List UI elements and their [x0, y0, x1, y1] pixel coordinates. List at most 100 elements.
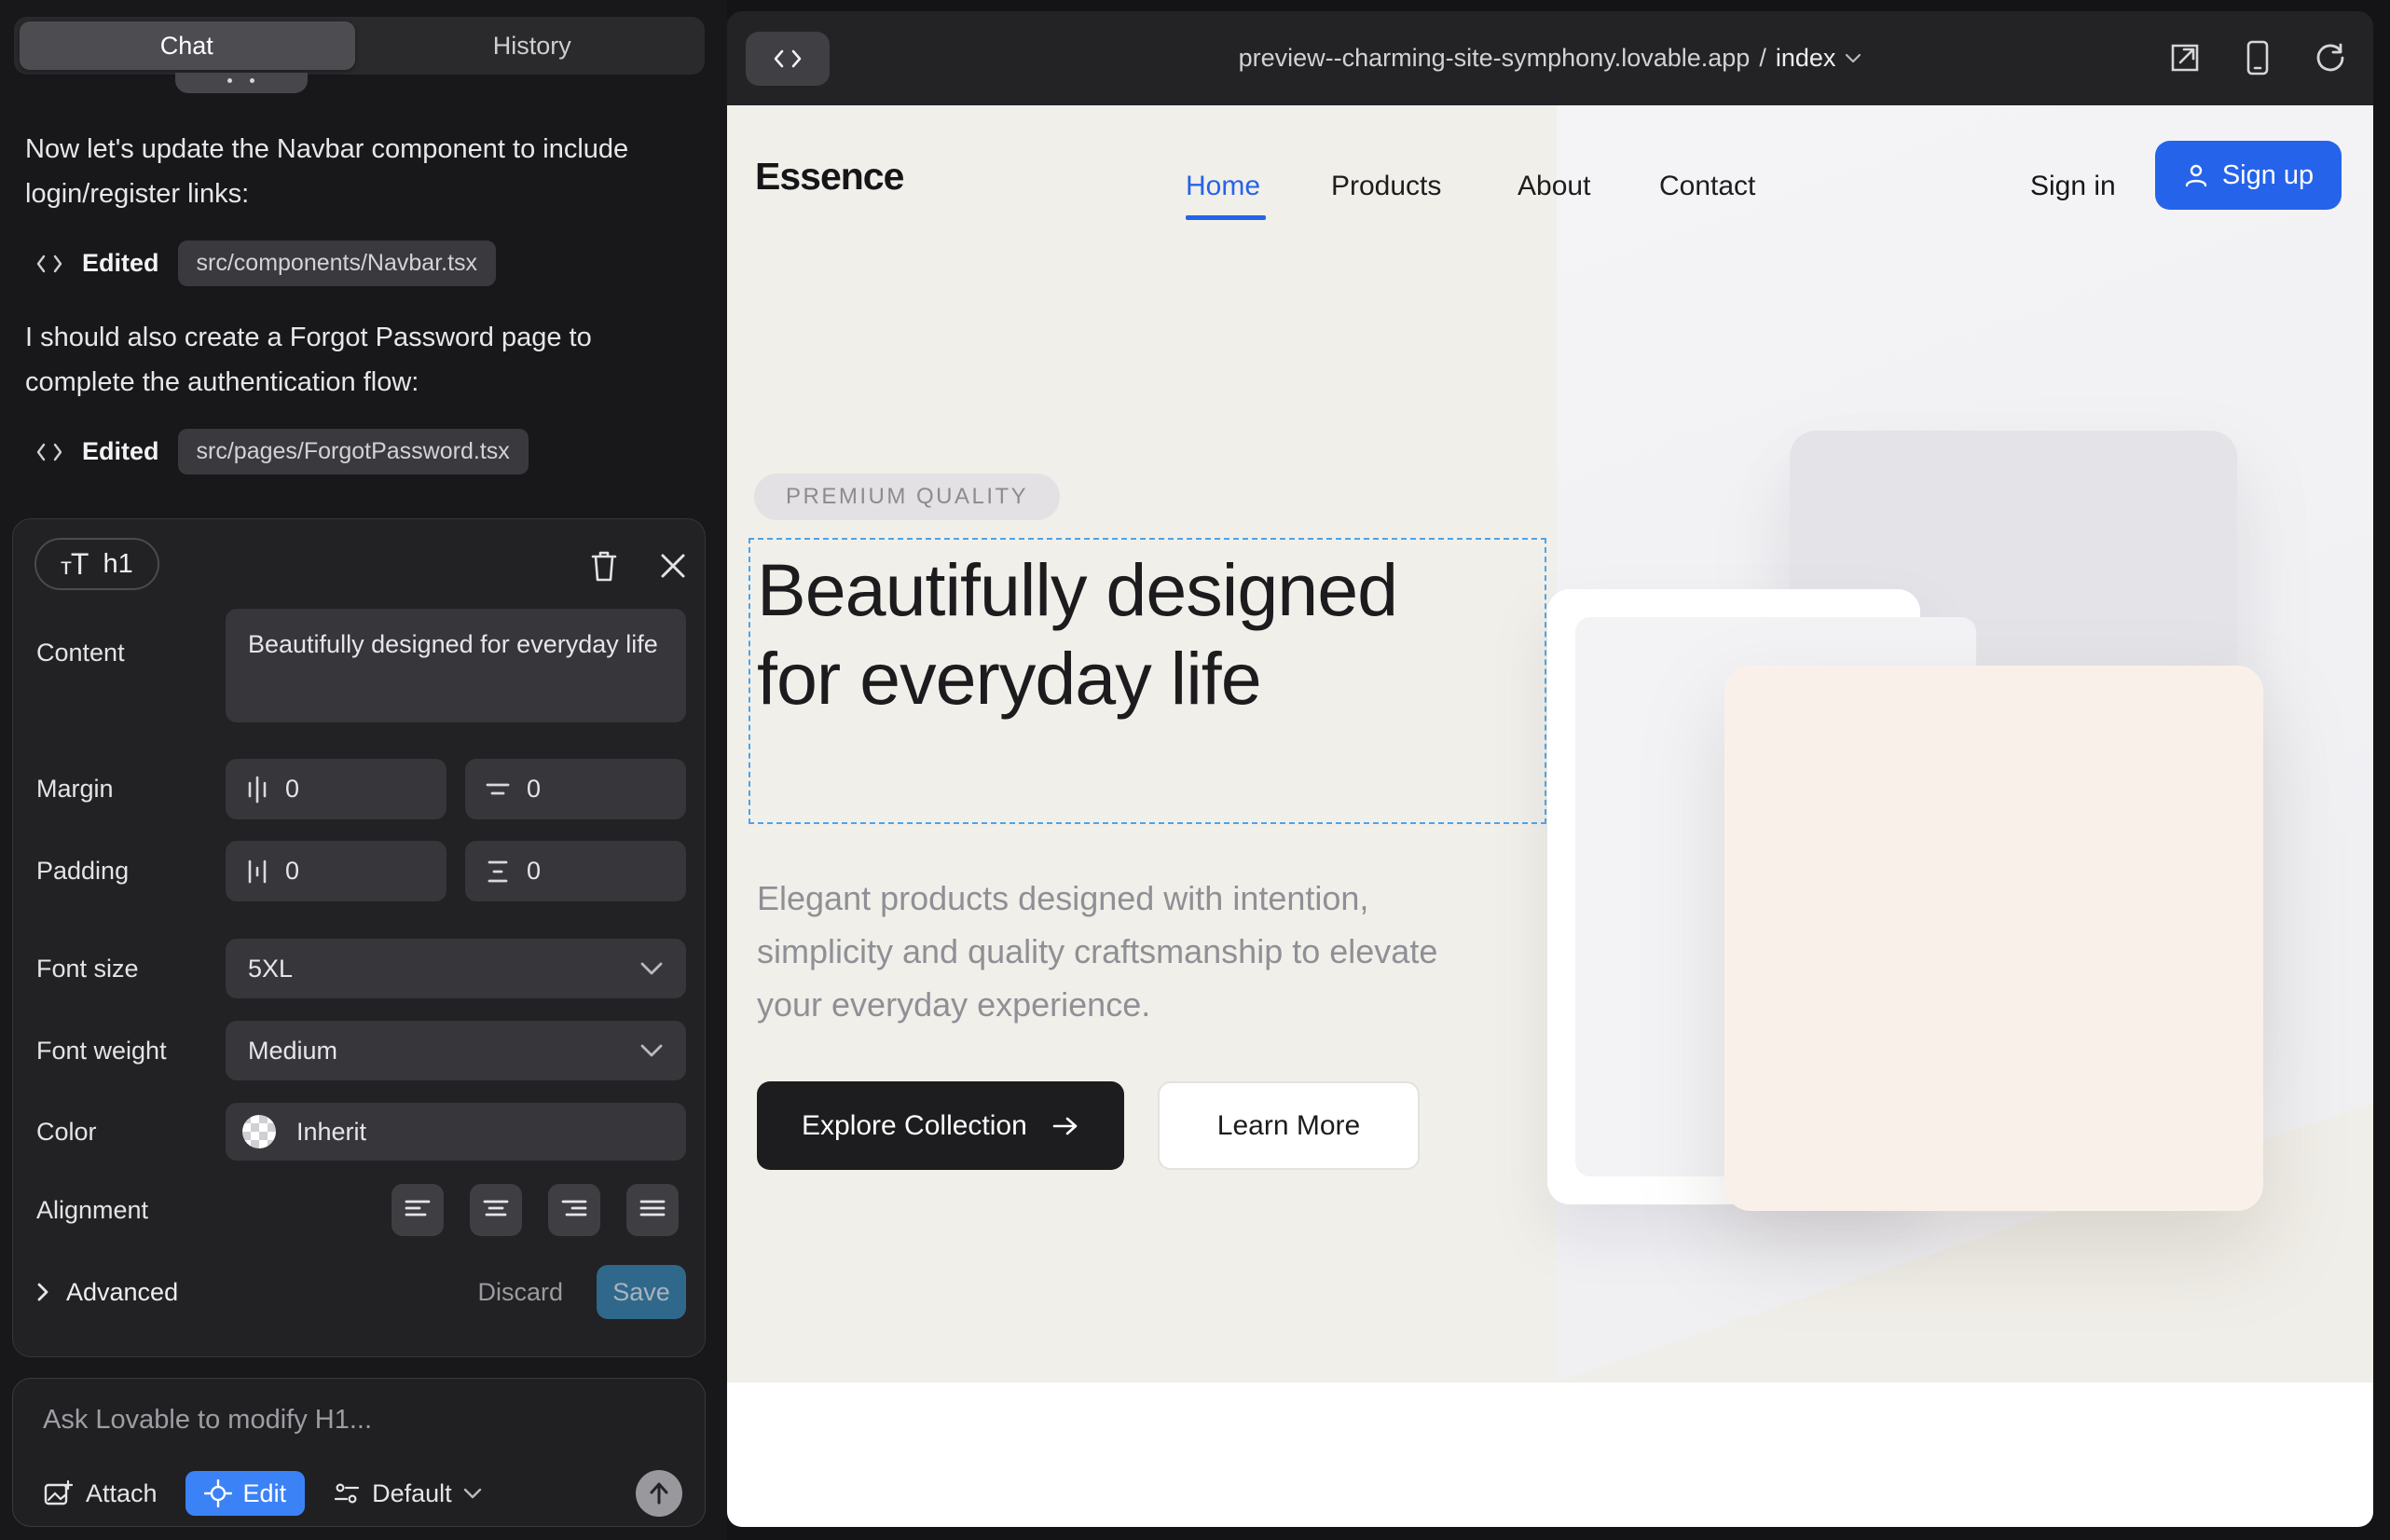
color-select[interactable]: Inherit [226, 1103, 686, 1161]
url-host: preview--charming-site-symphony.lovable.… [1239, 44, 1751, 73]
padding-label: Padding [36, 857, 226, 886]
attach-label: Attach [86, 1479, 158, 1508]
delete-element-button[interactable] [584, 545, 625, 586]
font-size-label: Font size [36, 955, 226, 983]
align-left-icon [404, 1199, 432, 1221]
padding-y-input[interactable] [527, 857, 639, 886]
file-path-pill[interactable]: src/components/Navbar.tsx [178, 241, 497, 286]
padding-x-input[interactable] [285, 857, 397, 886]
premium-badge: PREMIUM QUALITY [754, 474, 1060, 520]
user-icon [2183, 162, 2209, 188]
content-label: Content [36, 609, 226, 722]
nav-link-home[interactable]: Home [1186, 171, 1260, 202]
site-logo[interactable]: Essence [755, 155, 903, 199]
margin-horizontal-icon [244, 776, 270, 804]
send-button[interactable] [636, 1470, 682, 1517]
save-button[interactable]: Save [597, 1265, 686, 1319]
padding-y-field [465, 841, 686, 901]
color-value: Inherit [296, 1118, 366, 1147]
mobile-icon [2246, 40, 2270, 76]
assistant-message: Now let's update the Navbar component to… [25, 127, 687, 216]
refresh-icon [2314, 42, 2346, 74]
arrow-up-icon [648, 1481, 670, 1506]
tab-chat[interactable]: Chat [14, 32, 360, 61]
browser-chrome: preview--charming-site-symphony.lovable.… [727, 11, 2373, 105]
model-mode-select[interactable]: Default [333, 1479, 482, 1508]
margin-y-input[interactable] [527, 775, 639, 804]
typography-icon: тT [61, 547, 88, 582]
element-tag-chip[interactable]: тT h1 [34, 538, 159, 590]
prompt-input[interactable] [43, 1405, 677, 1451]
learn-more-button[interactable]: Learn More [1158, 1081, 1420, 1170]
advanced-label: Advanced [66, 1278, 178, 1307]
chevron-down-icon [463, 1488, 482, 1500]
edited-file-row[interactable]: Edited src/components/Navbar.tsx [35, 241, 496, 286]
alignment-label: Alignment [36, 1196, 226, 1225]
url-bar[interactable]: preview--charming-site-symphony.lovable.… [727, 44, 2373, 73]
font-size-value: 5XL [248, 955, 293, 983]
align-right-button[interactable] [548, 1184, 600, 1236]
element-tag-label: h1 [103, 549, 132, 580]
margin-x-input[interactable] [285, 775, 397, 804]
edit-target-icon [204, 1479, 232, 1507]
color-label: Color [36, 1118, 226, 1147]
arrow-right-icon [1051, 1115, 1079, 1137]
code-icon [35, 254, 63, 274]
align-center-button[interactable] [470, 1184, 522, 1236]
color-swatch [242, 1115, 276, 1148]
margin-x-field [226, 759, 446, 819]
site-canvas: PREMIUM QUALITY Beautifully designed for… [727, 105, 2373, 1527]
tab-history[interactable]: History [360, 32, 706, 61]
font-weight-select[interactable]: Medium [226, 1021, 686, 1080]
font-weight-label: Font weight [36, 1037, 226, 1066]
hero-heading[interactable]: Beautifully designed for everyday life [757, 545, 1447, 722]
attach-button[interactable]: Attach [43, 1478, 158, 1508]
discard-button[interactable]: Discard [477, 1278, 563, 1307]
edited-file-row[interactable]: Edited src/pages/ForgotPassword.tsx [35, 429, 529, 474]
hero-section: PREMIUM QUALITY Beautifully designed for… [727, 105, 2373, 1382]
nav-link-contact[interactable]: Contact [1659, 171, 1755, 202]
close-icon [659, 552, 687, 580]
hero-paragraph[interactable]: Elegant products designed with intention… [757, 872, 1503, 1031]
cta-primary-label: Explore Collection [802, 1110, 1027, 1142]
sliders-icon [333, 1479, 361, 1507]
chevron-right-icon [36, 1282, 49, 1302]
nav-link-about[interactable]: About [1518, 171, 1590, 202]
edit-mode-pill[interactable]: Edit [185, 1471, 306, 1516]
margin-vertical-icon [484, 777, 512, 802]
padding-x-field [226, 841, 446, 901]
padding-horizontal-icon [244, 858, 270, 886]
mode-label: Default [372, 1479, 452, 1508]
align-left-button[interactable] [391, 1184, 444, 1236]
advanced-toggle[interactable]: Advanced [36, 1278, 178, 1307]
align-justify-icon [639, 1199, 666, 1221]
chevron-down-icon [639, 1043, 664, 1058]
font-size-select[interactable]: 5XL [226, 939, 686, 998]
element-editor-panel: тT h1 Content Beautifully designed for e… [12, 518, 706, 1357]
external-link-icon [2168, 41, 2202, 75]
url-path: index [1776, 44, 1836, 73]
refresh-button[interactable] [2312, 39, 2349, 76]
chevron-down-icon [1845, 53, 1861, 64]
mobile-preview-button[interactable] [2239, 39, 2276, 76]
font-weight-value: Medium [248, 1037, 337, 1066]
attach-image-icon [43, 1478, 73, 1508]
edited-label: Edited [82, 437, 159, 466]
sign-up-button[interactable]: Sign up [2155, 141, 2342, 210]
sign-up-label: Sign up [2222, 160, 2314, 191]
lovable-app: Chat History Now let's update the Navbar… [0, 0, 2390, 1540]
code-icon [35, 442, 63, 462]
assistant-message: I should also create a Forgot Password p… [25, 315, 687, 405]
content-input[interactable]: Beautifully designed for everyday life [226, 609, 686, 722]
active-nav-underline [1186, 215, 1266, 220]
sign-in-link[interactable]: Sign in [2030, 171, 2116, 202]
scrolled-message-remnant [175, 73, 308, 93]
explore-collection-button[interactable]: Explore Collection [757, 1081, 1124, 1170]
file-path-pill[interactable]: src/pages/ForgotPassword.tsx [178, 429, 529, 474]
align-justify-button[interactable] [626, 1184, 679, 1236]
close-panel-button[interactable] [652, 545, 694, 586]
margin-y-field [465, 759, 686, 819]
nav-link-products[interactable]: Products [1331, 171, 1441, 202]
open-in-new-tab-button[interactable] [2166, 39, 2204, 76]
preview-frame: preview--charming-site-symphony.lovable.… [727, 11, 2373, 1527]
